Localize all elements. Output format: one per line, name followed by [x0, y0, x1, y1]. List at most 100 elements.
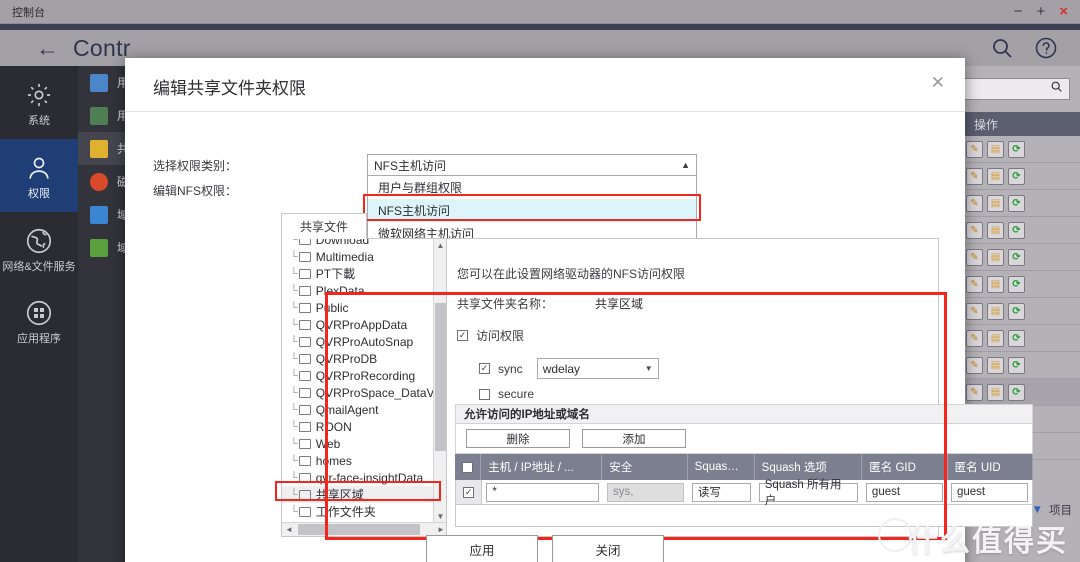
tree-item[interactable]: └Multimedia [282, 248, 447, 265]
tree-item[interactable]: └ROON [282, 418, 447, 435]
tree-item[interactable]: └QVRProAutoSnap [282, 333, 447, 350]
tree-item[interactable]: └PT下載 [282, 265, 447, 282]
tree-item[interactable]: └PlexData [282, 282, 447, 299]
maximize-icon[interactable]: + [1036, 4, 1045, 19]
select-all-header[interactable] [455, 454, 481, 480]
delete-button[interactable]: 删除 [466, 429, 570, 448]
folder-icon [299, 507, 311, 517]
folder-icon[interactable]: ▤ [987, 330, 1004, 347]
squash-cell-value[interactable]: 读写 [692, 483, 751, 502]
dropdown-option-user-group[interactable]: 用户与群组权限 [368, 176, 696, 199]
close-button[interactable]: 关闭 [552, 535, 664, 562]
folder-icon[interactable]: ▤ [987, 249, 1004, 266]
edit-icon[interactable]: ✎ [966, 249, 983, 266]
row-checkbox-cell[interactable]: ✓ [456, 480, 482, 504]
refresh-icon[interactable]: ⟳ [1008, 249, 1025, 266]
table-row: ✎▤⟳ [960, 136, 1080, 163]
tree-item-selected[interactable]: └共享区域 [282, 486, 447, 503]
add-button[interactable]: 添加 [582, 429, 686, 448]
tree-item[interactable]: └QmailAgent [282, 401, 447, 418]
checkbox-sync[interactable]: ✓ [479, 363, 490, 374]
host-cell[interactable]: * [482, 480, 603, 504]
checkbox-row-select[interactable]: ✓ [463, 487, 474, 498]
tree-vertical-scrollbar[interactable]: ▲ ▼ [433, 239, 446, 523]
anon-uid-cell-value[interactable]: guest [951, 483, 1028, 502]
squash-option-cell-value[interactable]: Squash 所有用户 [759, 483, 858, 502]
folder-icon [299, 239, 311, 245]
edit-icon[interactable]: ✎ [966, 357, 983, 374]
tree-item[interactable]: └QVRProDB [282, 350, 447, 367]
folder-icon [299, 371, 311, 381]
security-cell[interactable]: sys, [603, 480, 688, 504]
edit-icon[interactable]: ✎ [966, 384, 983, 401]
squash-option-cell[interactable]: Squash 所有用户 [755, 480, 862, 504]
folder-icon [299, 354, 311, 364]
refresh-icon[interactable]: ⟳ [1008, 357, 1025, 374]
tree-item[interactable]: └Download [282, 239, 447, 248]
refresh-icon[interactable]: ⟳ [1008, 141, 1025, 158]
anon-gid-cell-value[interactable]: guest [866, 483, 943, 502]
edit-icon[interactable]: ✎ [966, 141, 983, 158]
folder-icon[interactable]: ▤ [987, 357, 1004, 374]
search-icon[interactable] [990, 36, 1014, 60]
apply-button[interactable]: 应用 [426, 535, 538, 562]
sidebar-item-network-file-services[interactable]: 网络&文件服务 [0, 212, 78, 285]
edit-icon[interactable]: ✎ [966, 303, 983, 320]
folder-icon [299, 473, 311, 483]
checkbox-secure[interactable] [479, 389, 490, 400]
edit-icon[interactable]: ✎ [966, 222, 983, 239]
refresh-icon[interactable]: ⟳ [1008, 276, 1025, 293]
column-header-operations: 操作 [974, 116, 998, 133]
edit-icon[interactable]: ✎ [966, 195, 983, 212]
sync-mode-select[interactable]: wdelay ▼ [537, 358, 659, 379]
refresh-icon[interactable]: ⟳ [1008, 330, 1025, 347]
refresh-icon[interactable]: ⟳ [1008, 303, 1025, 320]
tree-item[interactable]: └QVRProAppData [282, 316, 447, 333]
tab-shared-files[interactable]: 共享文件 [281, 213, 367, 239]
edit-icon[interactable]: ✎ [966, 330, 983, 347]
folder-icon[interactable]: ▤ [987, 384, 1004, 401]
tree-item[interactable]: └Public [282, 299, 447, 316]
checkbox-access-permission[interactable]: ✓ [457, 330, 468, 341]
anon-gid-cell[interactable]: guest [862, 480, 947, 504]
help-icon[interactable] [1034, 36, 1058, 60]
tree-item[interactable]: └Web [282, 435, 447, 452]
edit-icon[interactable]: ✎ [966, 168, 983, 185]
back-arrow-icon[interactable]: ← [36, 35, 59, 62]
anon-uid-cell[interactable]: guest [947, 480, 1032, 504]
folder-icon[interactable]: ▤ [987, 303, 1004, 320]
scroll-thumb[interactable] [435, 303, 446, 451]
refresh-icon[interactable]: ⟳ [1008, 195, 1025, 212]
tree-item[interactable]: └QVRProRecording [282, 367, 447, 384]
folder-icon[interactable]: ▤ [987, 168, 1004, 185]
host-cell-value[interactable]: * [486, 483, 599, 502]
squash-cell[interactable]: 读写 [688, 480, 755, 504]
scroll-up-icon[interactable]: ▲ [434, 239, 447, 252]
sidebar-item-privilege[interactable]: 权限 [0, 139, 78, 212]
chevron-down-icon[interactable]: ▼ [1032, 504, 1043, 516]
refresh-icon[interactable]: ⟳ [1008, 384, 1025, 401]
tree-item[interactable]: └homes [282, 452, 447, 469]
refresh-icon[interactable]: ⟳ [1008, 168, 1025, 185]
tree-item[interactable]: └QVRProSpace_DataVol2 [282, 384, 447, 401]
edit-icon[interactable]: ✎ [966, 276, 983, 293]
close-icon[interactable]: × [1059, 4, 1068, 19]
table-row: ✎▤⟳ [960, 190, 1080, 217]
secure-row[interactable]: secure [479, 387, 534, 401]
access-permission-checkbox-row[interactable]: ✓ 访问权限 [457, 327, 524, 344]
tree-item[interactable]: └qvr-face-insightData [282, 469, 447, 486]
minimize-icon[interactable]: − [1014, 4, 1023, 19]
checkbox-select-all[interactable] [462, 462, 473, 473]
folder-icon[interactable]: ▤ [987, 276, 1004, 293]
folder-icon[interactable]: ▤ [987, 195, 1004, 212]
dialog-close-icon[interactable]: ✕ [931, 73, 945, 93]
folder-icon [299, 388, 311, 398]
folder-icon[interactable]: ▤ [987, 141, 1004, 158]
shared-folder-tree[interactable]: └Download└Multimedia└PT下載└PlexData└Publi… [281, 239, 447, 537]
refresh-icon[interactable]: ⟳ [1008, 222, 1025, 239]
sidebar-item-system[interactable]: 系统 [0, 66, 78, 139]
sidebar-item-applications[interactable]: 应用程序 [0, 284, 78, 357]
folder-icon [299, 269, 311, 279]
folder-icon[interactable]: ▤ [987, 222, 1004, 239]
permission-type-select[interactable]: NFS主机访问 ▲ [367, 154, 697, 176]
